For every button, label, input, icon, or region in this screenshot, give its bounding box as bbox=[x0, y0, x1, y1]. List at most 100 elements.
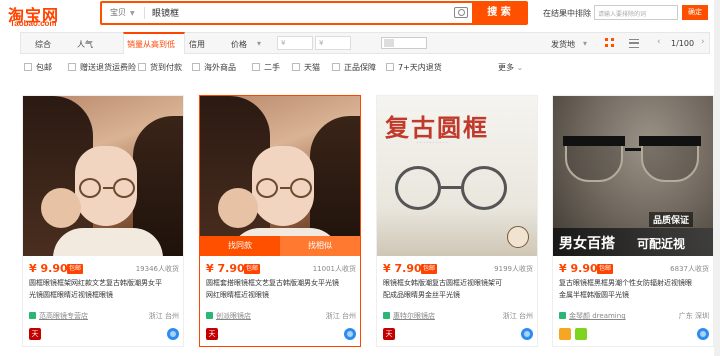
filter-free-shipping[interactable]: 包邮 bbox=[24, 62, 52, 73]
next-page-icon[interactable]: › bbox=[701, 37, 705, 47]
checkbox-icon bbox=[24, 63, 32, 71]
filter-more[interactable]: 更多 ⌄ bbox=[498, 62, 523, 73]
image-subtitle: · · · · · · · · · · bbox=[417, 140, 448, 146]
logo-subtext: Taobao.com bbox=[10, 19, 57, 28]
product-title-line1[interactable]: 圆框眼镜框架网红款文艺复古韩版潮男女平 bbox=[29, 278, 179, 288]
product-title-line2[interactable]: 网红眼睛框近视眼镜 bbox=[206, 290, 356, 300]
checkbox-icon bbox=[68, 63, 76, 71]
checkbox-icon bbox=[332, 63, 340, 71]
wangwang-chat-icon[interactable] bbox=[697, 328, 709, 340]
filter-7day-return[interactable]: 7+天内退货 bbox=[386, 62, 442, 73]
sales-count: 11001人收货 bbox=[312, 265, 356, 273]
checkbox-icon bbox=[292, 63, 300, 71]
image-overlay-actions: 找同款 找相似 bbox=[200, 236, 360, 256]
taobao-logo[interactable]: 淘宝网 Taobao.com bbox=[8, 2, 92, 28]
image-title-text: 复古圆框 bbox=[385, 113, 489, 142]
price-min-input[interactable]: ¥ bbox=[277, 36, 313, 50]
product-price: ¥ 9.90 bbox=[559, 262, 598, 275]
filter-return-insurance[interactable]: 赠送退货运费险 bbox=[68, 62, 136, 73]
shop-name[interactable]: 创派眼镜店 bbox=[216, 311, 251, 321]
grid-view-icon[interactable] bbox=[605, 38, 615, 48]
product-image[interactable] bbox=[23, 96, 183, 256]
product-image[interactable]: 找同款 找相似 bbox=[200, 96, 360, 256]
product-card[interactable]: 复古圆框 · · · · · · · · · · ¥ 7.90 包邮 9199人… bbox=[376, 95, 538, 347]
shop-name[interactable]: 金琴颜 dreaming bbox=[569, 311, 626, 321]
product-image[interactable]: 复古圆框 · · · · · · · · · · bbox=[377, 96, 537, 256]
shop-location: 浙江 台州 bbox=[148, 312, 179, 320]
ship-from-select[interactable]: 发货地 bbox=[551, 39, 575, 50]
checkbox-icon bbox=[386, 63, 394, 71]
shop-icon bbox=[29, 312, 36, 319]
chevron-down-icon: ▾ bbox=[257, 39, 262, 48]
sort-credit[interactable]: 信用 bbox=[189, 39, 205, 50]
shop-location: 广东 深圳 bbox=[678, 312, 709, 320]
checkbox-icon bbox=[138, 63, 146, 71]
prev-page-icon[interactable]: ‹ bbox=[657, 37, 661, 47]
list-view-icon[interactable] bbox=[629, 39, 639, 48]
checkbox-icon bbox=[252, 63, 260, 71]
sort-popularity[interactable]: 人气 bbox=[77, 39, 93, 50]
product-title-line1[interactable]: 圆框套搭眼镜框文艺复古韩版潮男女平光镜 bbox=[206, 278, 356, 288]
header: 淘宝网 Taobao.com 宝贝 ▼ 眼镜框 搜 索 在结果中排除 请输入要排除… bbox=[0, 0, 720, 30]
shop-icon bbox=[206, 312, 213, 319]
gold-seller-icon[interactable] bbox=[559, 328, 571, 340]
filter-cod[interactable]: 货到付款 bbox=[138, 62, 182, 73]
scrollbar[interactable] bbox=[714, 0, 720, 356]
price-max-input[interactable]: ¥ bbox=[315, 36, 351, 50]
price-range-toggle[interactable] bbox=[381, 37, 427, 49]
tmall-icon[interactable]: 天 bbox=[383, 328, 395, 340]
wangwang-chat-icon[interactable] bbox=[167, 328, 179, 340]
product-title-line2[interactable]: 金属半框韩版圆平光镜 bbox=[559, 290, 709, 300]
tmall-icon[interactable]: 天 bbox=[206, 328, 218, 340]
filter-tmall[interactable]: 天猫 bbox=[292, 62, 320, 73]
banner-text-left: 男女百搭 bbox=[559, 236, 615, 252]
product-price: ¥ 7.90 bbox=[206, 262, 245, 275]
shop-icon bbox=[559, 312, 566, 319]
filter-bar: 包邮 赠送退货运费险 货到付款 海外商品 二手 天猫 正品保障 7+天内退货 更… bbox=[20, 57, 710, 77]
search-bar: 宝贝 ▼ 眼镜框 搜 索 bbox=[100, 1, 528, 25]
sort-comprehensive[interactable]: 综合 bbox=[35, 39, 51, 50]
product-price: ¥ 9.90 bbox=[29, 262, 68, 275]
find-similar-button[interactable]: 找相似 bbox=[280, 236, 360, 256]
sort-bar: 综合 人气 销量从高到低 信用 价格 ▾ ¥ - ¥ 发货地 ▾ ‹ 1/100… bbox=[20, 32, 710, 54]
wangwang-chat-icon[interactable] bbox=[344, 328, 356, 340]
wangwang-chat-icon[interactable] bbox=[521, 328, 533, 340]
shop-location: 浙江 台州 bbox=[502, 312, 533, 320]
product-card[interactable]: 品质保证 男女百搭 可配近视 ¥ 9.90 包邮 6837人收货 复古眼镜框黑框… bbox=[552, 95, 714, 347]
exclude-input[interactable]: 请输入要排除的词 bbox=[594, 5, 678, 20]
product-title-line1[interactable]: 复古眼镜框黑框男潮个性女防辐射近视镜眼 bbox=[559, 278, 709, 288]
product-image[interactable]: 品质保证 男女百搭 可配近视 bbox=[553, 96, 713, 256]
camera-icon[interactable] bbox=[454, 7, 468, 18]
tmall-icon[interactable]: 天 bbox=[29, 328, 41, 340]
search-scope-select[interactable]: 宝贝 ▼ bbox=[110, 7, 135, 18]
shop-name[interactable]: 范高眼镜专营店 bbox=[39, 311, 88, 321]
free-shipping-badge: 包邮 bbox=[597, 264, 614, 274]
product-card[interactable]: 找同款 找相似 ¥ 7.90 包邮 11001人收货 圆框套搭眼镜框文艺复古韩版… bbox=[199, 95, 361, 347]
credit-icon[interactable] bbox=[575, 328, 587, 340]
free-shipping-badge: 包邮 bbox=[67, 264, 84, 274]
shop-name[interactable]: 惠特尔眼镜店 bbox=[393, 311, 435, 321]
filter-overseas[interactable]: 海外商品 bbox=[192, 62, 236, 73]
sales-count: 6837人收货 bbox=[670, 265, 709, 273]
filter-authentic[interactable]: 正品保障 bbox=[332, 62, 376, 73]
exclude-confirm-button[interactable]: 确定 bbox=[682, 5, 708, 20]
product-title-line2[interactable]: 配成品眼睛男金丝平光镜 bbox=[383, 290, 533, 300]
sales-count: 9199人收货 bbox=[494, 265, 533, 273]
sort-price[interactable]: 价格 bbox=[231, 39, 247, 50]
image-banner: 男女百搭 可配近视 bbox=[553, 228, 713, 256]
find-same-button[interactable]: 找同款 bbox=[200, 236, 280, 256]
sort-sales[interactable]: 销量从高到低 bbox=[127, 39, 175, 50]
exclude-label: 在结果中排除 bbox=[543, 9, 591, 18]
search-input[interactable]: 眼镜框 bbox=[152, 6, 179, 19]
divider bbox=[144, 7, 145, 19]
product-title-line1[interactable]: 眼镜框女韩版潮复古圆框近视眼镜架可 bbox=[383, 278, 533, 288]
free-shipping-badge: 包邮 bbox=[244, 264, 261, 274]
chevron-down-icon: ⌄ bbox=[516, 63, 524, 72]
product-card[interactable]: ¥ 9.90 包邮 19346人收货 圆框眼镜框架网红款文艺复古韩版潮男女平 光… bbox=[22, 95, 184, 347]
chevron-down-icon: ▼ bbox=[130, 10, 135, 17]
product-title-line2[interactable]: 光镜圆框眼睛近视镜框眼镜 bbox=[29, 290, 179, 300]
filter-second-hand[interactable]: 二手 bbox=[252, 62, 280, 73]
chevron-down-icon: ▾ bbox=[583, 39, 588, 48]
search-button[interactable]: 搜 索 bbox=[472, 3, 526, 23]
checkbox-icon bbox=[192, 63, 200, 71]
